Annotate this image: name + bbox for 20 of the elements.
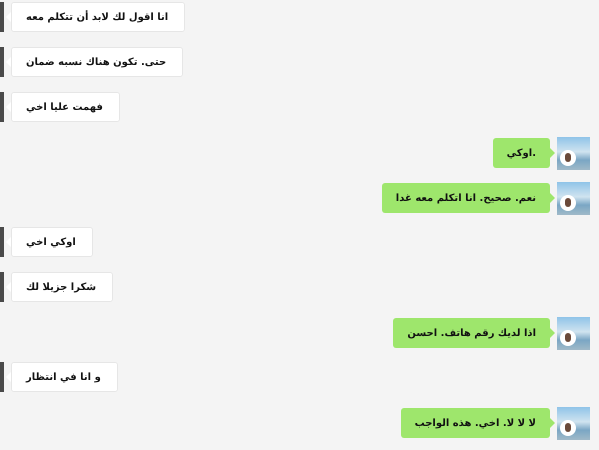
avatar-image xyxy=(0,92,4,122)
avatar-image xyxy=(0,362,4,392)
avatar-image xyxy=(0,272,4,302)
message-bubble: و انا في انتظار xyxy=(11,362,118,392)
message-bubble: حتى. تكون هناك نسبه ضمان xyxy=(11,47,184,77)
message-bubble: اذا لديك رقم هاتف. احسن xyxy=(393,318,550,348)
avatar-image xyxy=(557,407,590,440)
avatar-image xyxy=(557,137,590,170)
message-bubble: لا لا لا. اخي. هذه الواجب xyxy=(400,408,550,438)
avatar-image xyxy=(557,182,590,215)
avatar-image xyxy=(0,2,4,32)
message-bubble: فهمت عليا اخي xyxy=(11,92,120,122)
message-bubble: .اوكي xyxy=(492,138,550,168)
avatar-image xyxy=(557,317,590,350)
message-bubble: اوكي اخي xyxy=(11,227,93,257)
avatar-image xyxy=(0,227,4,257)
avatar-image xyxy=(0,47,4,77)
message-bubble: انا اقول لك لابد أن تتكلم معه xyxy=(11,2,186,32)
message-bubble: شكرا جزيلا لك xyxy=(11,272,114,302)
message-bubble: نعم. صحيح. انا اتكلم معه غدا xyxy=(382,183,550,213)
